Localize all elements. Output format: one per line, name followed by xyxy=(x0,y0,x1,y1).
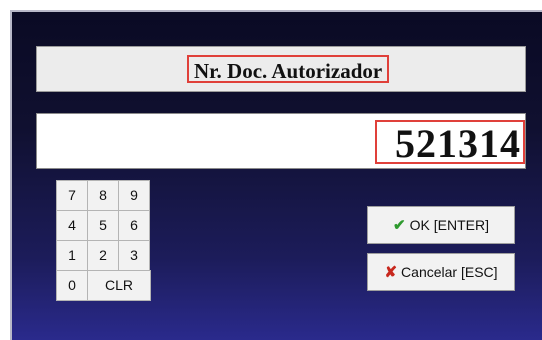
document-number-field[interactable]: 521314 xyxy=(36,113,526,169)
dialog-title: Nr. Doc. Autorizador xyxy=(187,55,390,83)
key-4[interactable]: 4 xyxy=(56,210,88,241)
key-3[interactable]: 3 xyxy=(118,240,150,271)
key-8[interactable]: 8 xyxy=(87,180,119,211)
check-icon: ✔ xyxy=(393,216,406,234)
authorizer-dialog: Nr. Doc. Autorizador 521314 7 8 9 4 5 6 … xyxy=(10,10,542,340)
cancel-button-label: Cancelar [ESC] xyxy=(401,264,498,280)
cancel-button[interactable]: ✘ Cancelar [ESC] xyxy=(367,253,515,291)
key-9[interactable]: 9 xyxy=(118,180,150,211)
key-0[interactable]: 0 xyxy=(56,270,88,301)
ok-button[interactable]: ✔ OK [ENTER] xyxy=(367,206,515,244)
numeric-keypad: 7 8 9 4 5 6 1 2 3 0 CLR xyxy=(56,180,152,304)
key-2[interactable]: 2 xyxy=(87,240,119,271)
key-6[interactable]: 6 xyxy=(118,210,150,241)
ok-button-label: OK [ENTER] xyxy=(409,217,489,233)
key-5[interactable]: 5 xyxy=(87,210,119,241)
key-clear[interactable]: CLR xyxy=(87,270,151,301)
key-7[interactable]: 7 xyxy=(56,180,88,211)
title-bar: Nr. Doc. Autorizador xyxy=(36,46,526,92)
screen: Nr. Doc. Autorizador 521314 7 8 9 4 5 6 … xyxy=(0,0,542,340)
document-number-value: 521314 xyxy=(375,120,525,166)
key-1[interactable]: 1 xyxy=(56,240,88,271)
x-icon: ✘ xyxy=(384,263,398,281)
